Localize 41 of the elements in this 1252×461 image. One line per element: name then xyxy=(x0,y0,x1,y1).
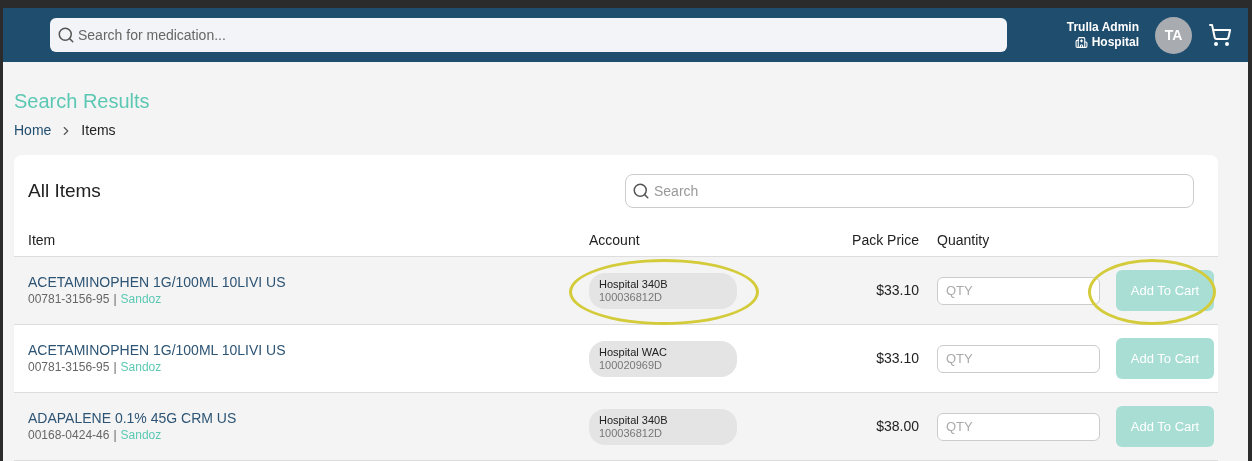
ndc-code: 00781-3156-95 xyxy=(28,290,110,308)
breadcrumb-item[interactable]: Home xyxy=(14,120,52,141)
item-name[interactable]: ACETAMINOPHEN 1G/100ML 10LIVI US xyxy=(28,273,589,291)
account-pill: Hospital 340B 100036812D xyxy=(589,272,737,309)
search-icon xyxy=(57,26,75,44)
separator: | xyxy=(113,426,117,444)
add-to-cart-button[interactable]: Add To Cart xyxy=(1116,406,1214,447)
search-field[interactable]: Search xyxy=(625,174,1194,208)
separator: | xyxy=(113,290,117,308)
add-to-cart-button[interactable]: Add To Cart xyxy=(1116,338,1214,379)
separator: | xyxy=(113,358,117,376)
breadcrumb-item: Items xyxy=(81,121,116,140)
pack-price: $38.00 xyxy=(875,417,919,436)
manufacturer-link[interactable]: Sandoz xyxy=(120,290,162,308)
user-name: Trulla Admin xyxy=(1066,20,1139,35)
quantity-field[interactable]: QTY xyxy=(937,412,1100,441)
card-title: All Items xyxy=(28,178,101,203)
column-header: Pack Price xyxy=(851,231,919,250)
quantity-field[interactable]: QTY xyxy=(937,344,1100,373)
manufacturer-link[interactable]: Sandoz xyxy=(120,426,162,444)
hospital-icon xyxy=(1074,36,1088,49)
cart-icon[interactable] xyxy=(1208,23,1232,47)
column-header: Account xyxy=(589,231,641,250)
add-to-cart-button[interactable]: Add To Cart xyxy=(1116,270,1214,311)
pack-price: $33.10 xyxy=(875,281,919,300)
column-header: Quantity xyxy=(937,231,990,250)
search-field[interactable]: Search for medication... xyxy=(50,18,1007,52)
search-icon xyxy=(632,182,650,200)
column-header: Item xyxy=(28,231,57,250)
ndc-code: 00781-3156-95 xyxy=(28,358,110,376)
account-pill: Hospital 340B 100036812D xyxy=(589,408,737,445)
pack-price: $33.10 xyxy=(875,349,919,368)
manufacturer-link[interactable]: Sandoz xyxy=(120,358,162,376)
item-name[interactable]: ADAPALENE 0.1% 45G CRM US xyxy=(28,409,589,427)
ndc-code: 00168-0424-46 xyxy=(28,426,110,444)
user-avatar[interactable]: TA xyxy=(1155,16,1192,54)
organization-name: Hospital xyxy=(1091,35,1139,50)
account-pill: Hospital WAC 100020969D xyxy=(589,340,737,377)
page-title: Search Results xyxy=(14,89,151,114)
quantity-field[interactable]: QTY xyxy=(937,276,1100,305)
item-name[interactable]: ACETAMINOPHEN 1G/100ML 10LIVI US xyxy=(28,341,589,359)
